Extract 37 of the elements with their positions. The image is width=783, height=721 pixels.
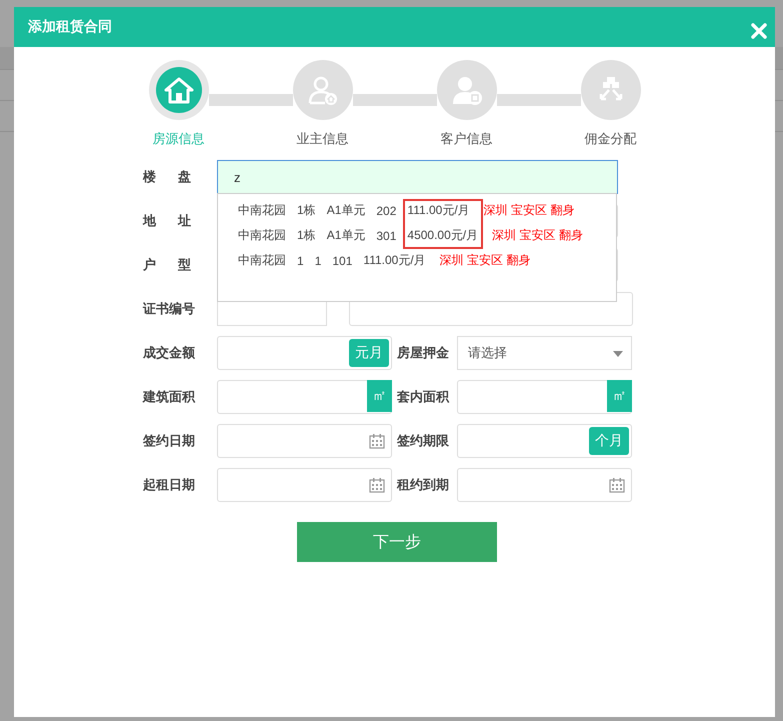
field-label: 签约日期 <box>143 432 196 450</box>
suggestion-item[interactable]: 中南花园 1栋 A1单元 202 111.00元/月 深圳 宝安区 翻身 <box>218 198 616 223</box>
field-label: 户型 <box>143 256 214 274</box>
unit-label: ㎡ <box>367 380 392 412</box>
unit-label: ㎡ <box>607 380 632 412</box>
field-label: 租约到期 <box>397 476 450 494</box>
field-label: 房屋押金 <box>397 344 450 362</box>
calendar-icon <box>369 477 385 493</box>
field-label: 套内面积 <box>397 388 450 406</box>
field-label: 地址 <box>143 212 214 230</box>
search-field[interactable]: z <box>217 160 618 194</box>
field-label: 楼盘 <box>143 168 214 186</box>
field-label: 签约期限 <box>397 432 450 450</box>
person-badge-icon <box>452 75 482 105</box>
field-label: 证书编号 <box>143 300 196 318</box>
close-icon[interactable] <box>751 23 767 39</box>
dialog-title: 添加租赁合同 <box>28 18 112 36</box>
date-field[interactable] <box>217 468 392 502</box>
suggestion-item[interactable]: 中南花园 1 1 101 111.00元/月 深圳 宝安区 翻身 <box>218 248 616 273</box>
step-label: 业主信息 <box>296 130 348 148</box>
unit-label: 个月 <box>589 427 629 455</box>
step-label: 房源信息 <box>152 130 204 148</box>
calendar-icon <box>369 433 385 449</box>
step-label: 佣金分配 <box>584 130 636 148</box>
unit-label: 元月 <box>349 339 389 367</box>
calendar-icon <box>609 477 625 493</box>
suggestion-item[interactable]: 中南花园 1栋 A1单元 301 4500.00元/月 深圳 宝安区 翻身 <box>218 223 616 248</box>
select-field[interactable]: 请选择 <box>457 336 632 370</box>
person-house-icon <box>308 75 338 105</box>
field-label: 起租日期 <box>143 476 196 494</box>
date-field[interactable] <box>217 424 392 458</box>
date-field[interactable] <box>457 468 632 502</box>
step-label: 客户信息 <box>440 130 492 148</box>
field-label: 建筑面积 <box>143 388 196 406</box>
house-icon <box>164 75 194 105</box>
caret-icon <box>613 351 623 357</box>
field-label: 成交金额 <box>143 344 196 362</box>
